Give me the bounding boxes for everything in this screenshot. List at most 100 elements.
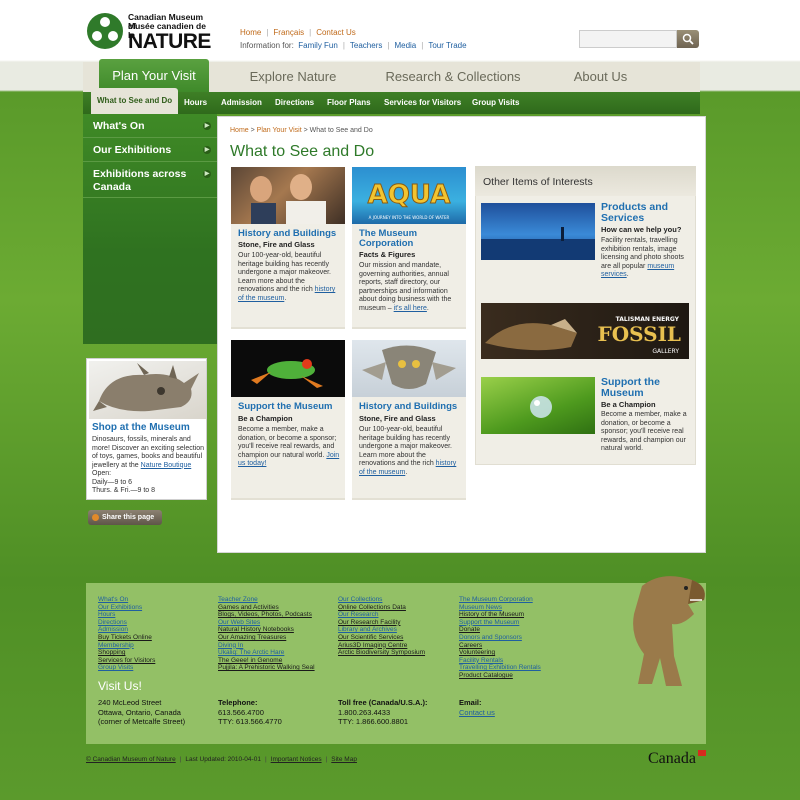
card-museum-corporation[interactable]: AQUA A JOURNEY INTO THE WORLD OF WATER T… [352, 167, 466, 329]
footer-link[interactable]: Membership [98, 642, 155, 650]
footer-link[interactable]: Support the Museum [459, 619, 541, 627]
card-text: Our mission and mandate, governing autho… [359, 262, 452, 312]
products-services-title[interactable]: Products and Services [601, 202, 693, 224]
media-link[interactable]: Media [394, 41, 416, 50]
footer-link[interactable]: Games and Activities [218, 604, 315, 612]
card-title[interactable]: Support the Museum [238, 402, 342, 412]
footer-link[interactable]: Our Amazing Treasures [218, 634, 315, 642]
search-button[interactable] [677, 30, 699, 48]
important-notices-link[interactable]: Important Notices [271, 756, 322, 763]
top-links: Home | Français | Contact Us [240, 28, 356, 37]
card-history-buildings[interactable]: History and Buildings Stone, Fire and Gl… [231, 167, 345, 329]
footer-link[interactable]: Directions [98, 619, 155, 627]
footer-link[interactable]: Our Research [338, 611, 425, 619]
family-fun-link[interactable]: Family Fun [298, 41, 338, 50]
tab-explore-nature[interactable]: Explore Nature [233, 62, 353, 92]
search-input[interactable] [579, 30, 677, 48]
sidenav-whats-on[interactable]: What's On ▶ [83, 114, 217, 138]
footer-link[interactable]: Admission [98, 626, 155, 634]
footer-link[interactable]: Ukaliq: The Arctic Hare [218, 649, 315, 657]
footer-link[interactable]: What's On [98, 596, 155, 604]
subnav-group-visits[interactable]: Group Visits [472, 92, 519, 114]
footer-link[interactable]: Facility Rentals [459, 657, 541, 665]
breadcrumb-plan-your-visit[interactable]: Plan Your Visit [257, 127, 302, 134]
dinosaur-illustration [633, 576, 705, 686]
footer-col-visit: What's On Our Exhibitions Hours Directio… [98, 596, 155, 672]
footer-link[interactable]: Library and Archives [338, 626, 425, 634]
footer-link[interactable]: Donors and Sponsors [459, 634, 541, 642]
card-title[interactable]: The Museum Corporation [359, 229, 463, 249]
share-button[interactable]: Share this page [88, 510, 162, 525]
card-support-museum[interactable]: Support the Museum Be a Champion Become … [231, 340, 345, 500]
last-updated: Last Updated: 2010-04-01 [185, 756, 261, 763]
card-history-buildings-2[interactable]: History and Buildings Stone, Fire and Gl… [352, 340, 466, 500]
subnav-services[interactable]: Services for Visitors [384, 92, 461, 114]
footer-link[interactable]: Pujjila: A Prehistoric Walking Seal [218, 664, 315, 672]
footer-link[interactable]: Donate [459, 626, 541, 634]
tab-about-us[interactable]: About Us [558, 62, 643, 92]
footer-link[interactable]: Our Collections [338, 596, 425, 604]
footer-link[interactable]: Online Collections Data [338, 604, 425, 612]
footer-link[interactable]: Arctic Biodiversity Symposium [338, 649, 425, 657]
card-title[interactable]: History and Buildings [359, 402, 463, 412]
sidenav-exhibitions-canada[interactable]: Exhibitions across Canada ▶ [83, 162, 217, 198]
subnav-what-to-see[interactable]: What to See and Do [91, 88, 179, 114]
footer-link[interactable]: Diving In [218, 642, 315, 650]
footer-link[interactable]: Hours [98, 611, 155, 619]
triceratops-skull-image [89, 361, 206, 419]
products-services-text: Facility rentals, travelling exhibition … [601, 237, 684, 278]
footer-link[interactable]: Our Web Sites [218, 619, 315, 627]
footer-link[interactable]: Our Exhibitions [98, 604, 155, 612]
footer-link[interactable]: Services for Visitors [98, 657, 155, 665]
footer-link[interactable]: History of the Museum [459, 611, 541, 619]
footer-link[interactable]: Shopping [98, 649, 155, 657]
site-map-link[interactable]: Site Map [331, 756, 357, 763]
sidenav-label: Our Exhibitions [93, 144, 172, 156]
footer-link[interactable]: Museum News [459, 604, 541, 612]
subnav-hours[interactable]: Hours [184, 92, 207, 114]
museum-logo[interactable]: Canadian Museum of Musée canadien de la … [86, 12, 211, 53]
subnav-directions[interactable]: Directions [275, 92, 314, 114]
footer-link[interactable]: Natural History Notebooks [218, 626, 315, 634]
card-subtitle: Facts & Figures [359, 250, 416, 259]
footer-link[interactable]: Volunteering [459, 649, 541, 657]
footer-link[interactable]: Our Research Facility [338, 619, 425, 627]
contact-us-link[interactable]: Contact Us [316, 28, 356, 37]
footer-link[interactable]: Travelling Exhibition Rentals [459, 664, 541, 672]
footer-link[interactable]: Arius3D Imaging Centre [338, 642, 425, 650]
footer-link[interactable]: The Museum Corporation [459, 596, 541, 604]
footer-link[interactable]: Buy Tickets Online [98, 634, 155, 642]
fossil-gallery: GALLERY [652, 348, 679, 355]
breadcrumb-home[interactable]: Home [230, 127, 249, 134]
bottom-bar: © Canadian Museum of Nature | Last Updated… [86, 756, 357, 763]
info-label: Information for: [240, 41, 294, 50]
footer-link[interactable]: Blogs, Videos, Photos, Podcasts [218, 611, 315, 619]
subnav-admission[interactable]: Admission [221, 92, 262, 114]
footer-link[interactable]: Our Scientific Services [338, 634, 425, 642]
tab-research-collections[interactable]: Research & Collections [378, 62, 528, 92]
francais-link[interactable]: Français [273, 28, 304, 37]
flag-icon [698, 750, 706, 756]
fossil-gallery-banner[interactable]: TALISMAN ENERGY FOSSIL GALLERY [481, 303, 689, 359]
subnav-floor-plans[interactable]: Floor Plans [327, 92, 371, 114]
tour-trade-link[interactable]: Tour Trade [428, 41, 466, 50]
support-museum-title[interactable]: Support the Museum [601, 377, 693, 399]
contact-us-footer-link[interactable]: Contact us [459, 708, 495, 717]
footer-link[interactable]: Teacher Zone [218, 596, 315, 604]
teachers-link[interactable]: Teachers [350, 41, 382, 50]
home-link[interactable]: Home [240, 28, 261, 37]
footer-link[interactable]: Group Visits [98, 664, 155, 672]
copyright-link[interactable]: © Canadian Museum of Nature [86, 756, 176, 763]
card-title[interactable]: History and Buildings [238, 229, 342, 239]
fossil-word: FOSSIL [598, 322, 682, 346]
sidenav-exhibitions[interactable]: Our Exhibitions ▶ [83, 138, 217, 162]
footer-link[interactable]: Careers [459, 642, 541, 650]
footer-link[interactable]: The Geee! in Genome [218, 657, 315, 665]
footer-col-explore: Teacher Zone Games and Activities Blogs,… [218, 596, 315, 672]
nature-boutique-link[interactable]: Nature Boutique [141, 462, 192, 469]
products-services-image[interactable] [481, 203, 595, 260]
breadcrumb-current: What to See and Do [309, 127, 373, 134]
water-drop-image[interactable] [481, 377, 595, 434]
its-all-here-link[interactable]: it's all here [394, 305, 427, 312]
footer-link[interactable]: Product Catalogue [459, 672, 541, 680]
